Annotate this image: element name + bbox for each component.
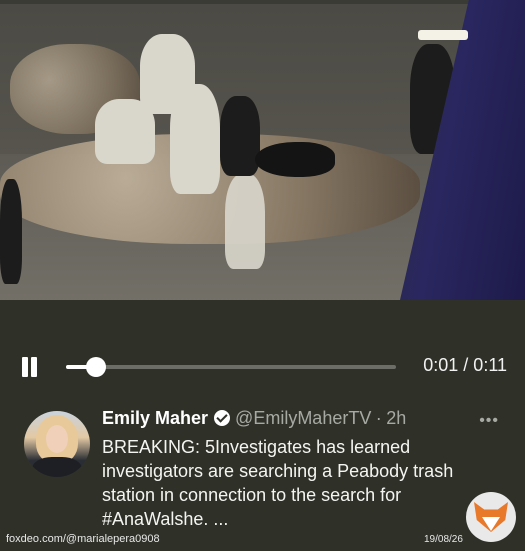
- investigator-figure: [170, 84, 220, 194]
- video-frame: [0, 4, 476, 300]
- media-controls: 0:01 / 0:11: [0, 340, 525, 390]
- time-display: 0:01 / 0:11: [423, 355, 507, 375]
- post-age[interactable]: 2h: [386, 408, 406, 428]
- light-fixture: [418, 30, 468, 40]
- author-handle[interactable]: @EmilyMaherTV: [235, 408, 371, 428]
- officer-figure: [220, 96, 260, 176]
- author-name[interactable]: Emily Maher: [102, 408, 208, 428]
- verified-badge-icon: [214, 410, 231, 426]
- pause-icon[interactable]: [20, 357, 40, 379]
- video-player[interactable]: [0, 0, 525, 300]
- tweet-line: station in connection to the search for: [102, 485, 402, 505]
- scrubber-handle[interactable]: [85, 357, 106, 377]
- investigator-figure: [225, 174, 265, 269]
- separator: ·: [375, 408, 382, 428]
- tweet-line: investigators are searching a Peabody tr…: [102, 461, 454, 481]
- tweet-text: BREAKING: 5Investigates has learned inve…: [102, 435, 482, 531]
- progress-track[interactable]: [66, 357, 396, 377]
- truncation: . ...: [203, 509, 229, 529]
- tweet-line: BREAKING: 5Investigates has learned: [102, 437, 411, 457]
- tweet-card[interactable]: Emily Maher @EmilyMaherTV · 2h ••• BREAKI…: [0, 395, 525, 551]
- investigator-figure: [95, 99, 155, 164]
- fox-logo-icon: [466, 492, 516, 542]
- person-figure: [0, 179, 22, 284]
- search-dog: [255, 142, 335, 177]
- more-options-icon[interactable]: •••: [479, 412, 499, 430]
- avatar[interactable]: [24, 411, 90, 477]
- author-row: Emily Maher @EmilyMaherTV · 2h: [102, 408, 512, 432]
- watermark-date: 19/08/26: [424, 534, 463, 545]
- watermark-text: foxdeo.com/@marialepera0908: [6, 533, 160, 545]
- tweet-line-last: #AnaWalshe. ...: [102, 507, 482, 531]
- hashtag-link[interactable]: #AnaWalshe: [102, 509, 203, 529]
